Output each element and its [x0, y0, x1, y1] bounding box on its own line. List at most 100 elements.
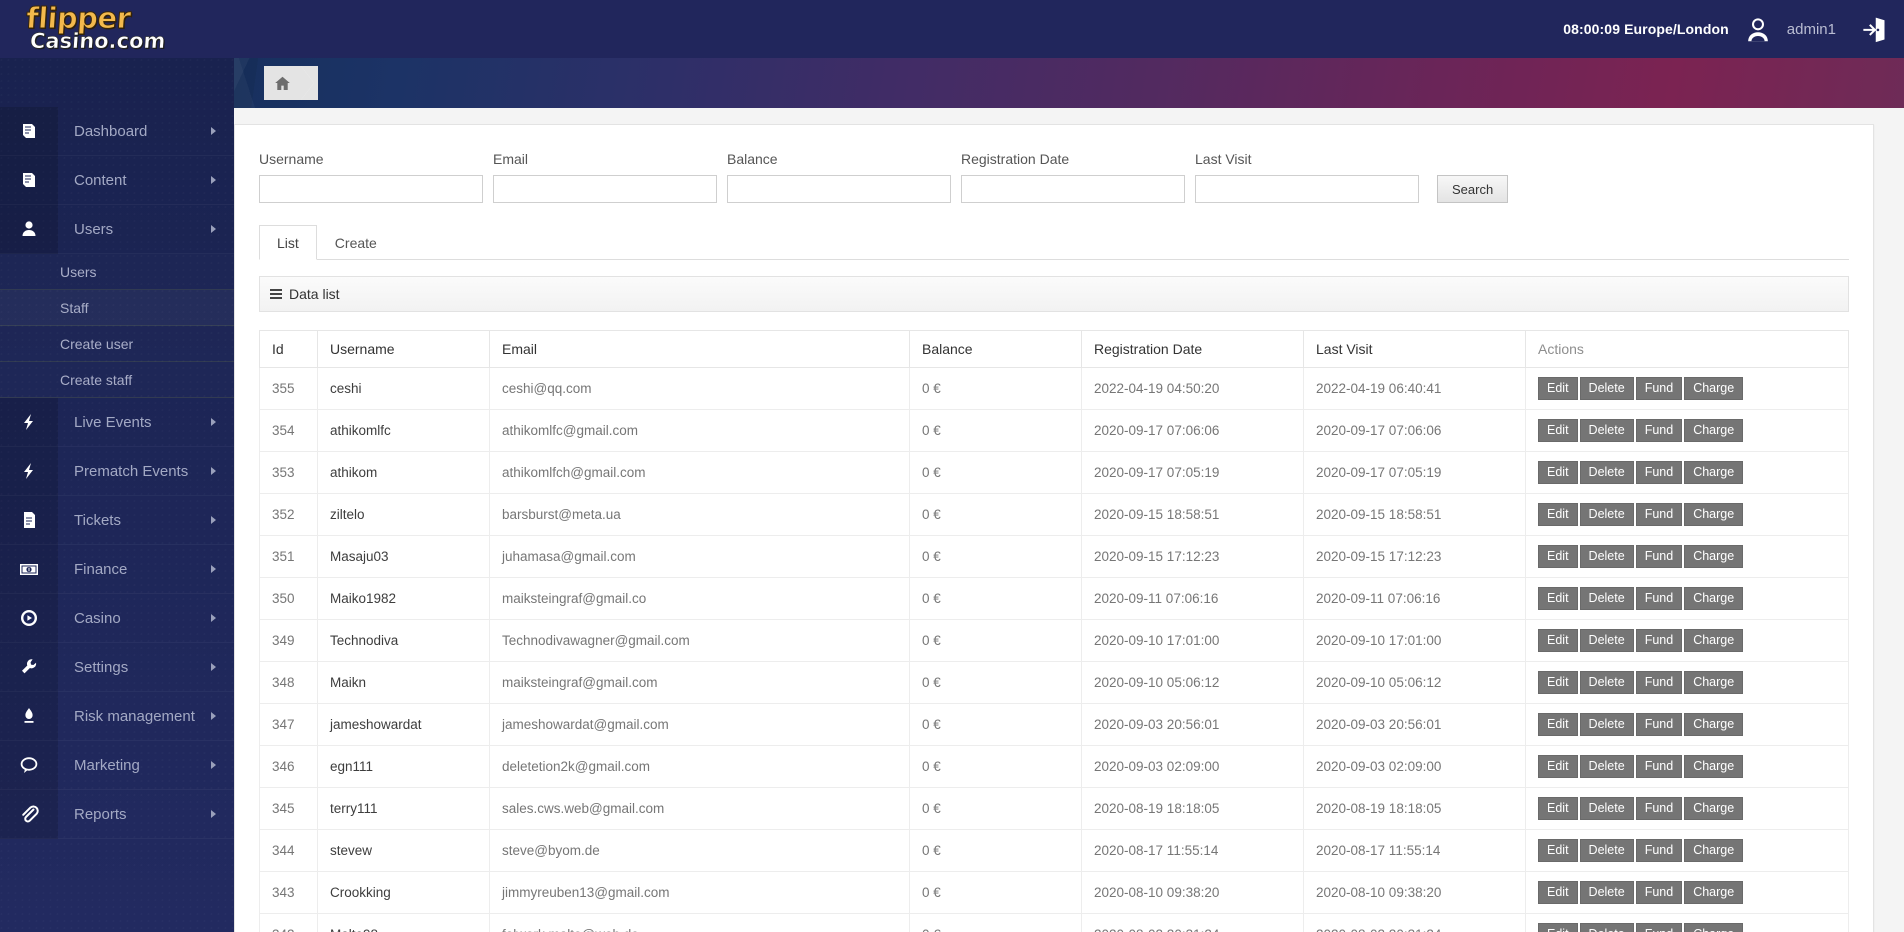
- charge-button[interactable]: Charge: [1684, 839, 1744, 862]
- sidebar-item-tickets[interactable]: Tickets: [0, 495, 234, 545]
- search-input-username[interactable]: [259, 175, 483, 203]
- col-header-email[interactable]: Email: [489, 330, 910, 368]
- edit-button[interactable]: Edit: [1538, 797, 1578, 820]
- edit-button[interactable]: Edit: [1538, 881, 1578, 904]
- brand-logo[interactable]: flipper Casino.com: [24, 1, 226, 56]
- sidebar-item-settings[interactable]: Settings: [0, 642, 234, 692]
- delete-button[interactable]: Delete: [1579, 881, 1634, 904]
- charge-button[interactable]: Charge: [1684, 587, 1744, 610]
- tab-create[interactable]: Create: [317, 225, 395, 260]
- table-row: 347 jameshowardat jameshowardat@gmail.com 0…: [259, 703, 1849, 746]
- charge-button[interactable]: Charge: [1684, 881, 1744, 904]
- delete-button[interactable]: Delete: [1579, 839, 1634, 862]
- tab-list[interactable]: List: [259, 225, 317, 260]
- charge-button[interactable]: Charge: [1684, 461, 1744, 484]
- sidebar-item-users[interactable]: Users: [0, 204, 234, 254]
- edit-button[interactable]: Edit: [1538, 419, 1578, 442]
- edit-button[interactable]: Edit: [1538, 923, 1578, 932]
- sidebar-subitem-staff[interactable]: Staff: [0, 290, 234, 326]
- search-input-registration-date[interactable]: [961, 175, 1185, 203]
- sidebar-item-reports[interactable]: Reports: [0, 789, 234, 839]
- fund-button[interactable]: Fund: [1635, 377, 1683, 400]
- sidebar-item-marketing[interactable]: Marketing: [0, 740, 234, 790]
- charge-button[interactable]: Charge: [1684, 419, 1744, 442]
- delete-button[interactable]: Delete: [1579, 755, 1634, 778]
- fund-button[interactable]: Fund: [1635, 881, 1683, 904]
- delete-button[interactable]: Delete: [1579, 797, 1634, 820]
- paperclip-icon: [0, 789, 58, 839]
- col-header-registration-date[interactable]: Registration Date: [1081, 330, 1304, 368]
- cell-username: stevew: [317, 829, 490, 872]
- col-header-balance[interactable]: Balance: [909, 330, 1082, 368]
- fund-button[interactable]: Fund: [1635, 461, 1683, 484]
- delete-button[interactable]: Delete: [1579, 461, 1634, 484]
- delete-button[interactable]: Delete: [1579, 419, 1634, 442]
- delete-button[interactable]: Delete: [1579, 587, 1634, 610]
- search-input-email[interactable]: [493, 175, 717, 203]
- sidebar-subitem-users[interactable]: Users: [0, 254, 234, 290]
- charge-button[interactable]: Charge: [1684, 755, 1744, 778]
- admin-username-label[interactable]: admin1: [1787, 21, 1836, 38]
- edit-button[interactable]: Edit: [1538, 587, 1578, 610]
- edit-button[interactable]: Edit: [1538, 461, 1578, 484]
- sidebar-item-live-events[interactable]: Live Events: [0, 397, 234, 447]
- sidebar-subitem-create-staff[interactable]: Create staff: [0, 362, 234, 398]
- home-icon[interactable]: [274, 75, 291, 92]
- delete-button[interactable]: Delete: [1579, 377, 1634, 400]
- charge-button[interactable]: Charge: [1684, 671, 1744, 694]
- fund-button[interactable]: Fund: [1635, 419, 1683, 442]
- fund-button[interactable]: Fund: [1635, 503, 1683, 526]
- edit-button[interactable]: Edit: [1538, 671, 1578, 694]
- charge-button[interactable]: Charge: [1684, 545, 1744, 568]
- fund-button[interactable]: Fund: [1635, 671, 1683, 694]
- charge-button[interactable]: Charge: [1684, 629, 1744, 652]
- fund-button[interactable]: Fund: [1635, 629, 1683, 652]
- sidebar-item-content[interactable]: Content: [0, 155, 234, 205]
- fund-button[interactable]: Fund: [1635, 839, 1683, 862]
- sidebar-item-prematch-events[interactable]: Prematch Events: [0, 446, 234, 496]
- col-header-last-visit[interactable]: Last Visit: [1303, 330, 1526, 368]
- fund-button[interactable]: Fund: [1635, 587, 1683, 610]
- search-input-last-visit[interactable]: [1195, 175, 1419, 203]
- col-header-username[interactable]: Username: [317, 330, 490, 368]
- delete-button[interactable]: Delete: [1579, 503, 1634, 526]
- fund-button[interactable]: Fund: [1635, 713, 1683, 736]
- sidebar-subitem-create-user[interactable]: Create user: [0, 326, 234, 362]
- sidebar-item-dashboard[interactable]: Dashboard: [0, 106, 234, 156]
- cell-email: juhamasa@gmail.com: [489, 535, 910, 578]
- sidebar-item-finance[interactable]: Finance: [0, 544, 234, 594]
- chevron-right-icon: [211, 810, 216, 818]
- sidebar-item-risk-management[interactable]: Risk management: [0, 691, 234, 741]
- edit-button[interactable]: Edit: [1538, 839, 1578, 862]
- search-input-balance[interactable]: [727, 175, 951, 203]
- filter-bar: Username Email Balance Registration Date…: [235, 125, 1873, 203]
- fund-button[interactable]: Fund: [1635, 755, 1683, 778]
- delete-button[interactable]: Delete: [1579, 629, 1634, 652]
- user-avatar-icon[interactable]: [1743, 14, 1773, 44]
- charge-button[interactable]: Charge: [1684, 797, 1744, 820]
- charge-button[interactable]: Charge: [1684, 377, 1744, 400]
- edit-button[interactable]: Edit: [1538, 713, 1578, 736]
- edit-button[interactable]: Edit: [1538, 629, 1578, 652]
- edit-button[interactable]: Edit: [1538, 377, 1578, 400]
- edit-button[interactable]: Edit: [1538, 503, 1578, 526]
- sidebar-item-casino[interactable]: Casino: [0, 593, 234, 643]
- edit-button[interactable]: Edit: [1538, 545, 1578, 568]
- cell-registration-date: 2020-09-10 05:06:12: [1081, 661, 1304, 704]
- delete-button[interactable]: Delete: [1579, 545, 1634, 568]
- fund-button[interactable]: Fund: [1635, 923, 1683, 932]
- delete-button[interactable]: Delete: [1579, 713, 1634, 736]
- charge-button[interactable]: Charge: [1684, 503, 1744, 526]
- edit-button[interactable]: Edit: [1538, 755, 1578, 778]
- charge-button[interactable]: Charge: [1684, 713, 1744, 736]
- charge-button[interactable]: Charge: [1684, 923, 1744, 932]
- search-button[interactable]: Search: [1437, 175, 1509, 203]
- cell-username: Maiko1982: [317, 577, 490, 620]
- fund-button[interactable]: Fund: [1635, 545, 1683, 568]
- delete-button[interactable]: Delete: [1579, 671, 1634, 694]
- delete-button[interactable]: Delete: [1579, 923, 1634, 932]
- col-header-id[interactable]: Id: [259, 330, 318, 368]
- fund-button[interactable]: Fund: [1635, 797, 1683, 820]
- breadcrumb[interactable]: [264, 66, 318, 100]
- logout-icon[interactable]: [1850, 14, 1888, 44]
